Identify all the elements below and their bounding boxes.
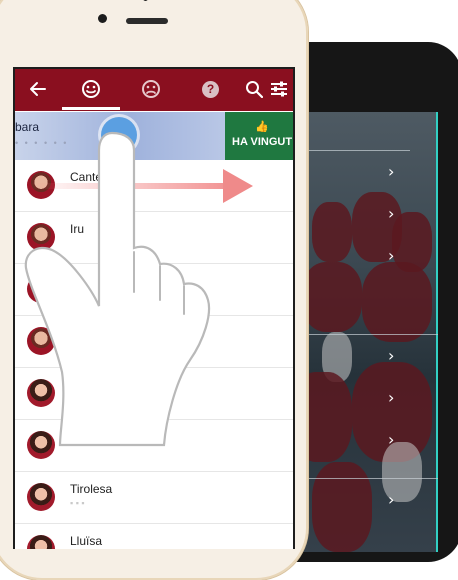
- avatar: [27, 535, 55, 549]
- proximity-sensor: [143, 0, 148, 1]
- person-subtitle: ▪ ▪ ▪: [70, 498, 85, 508]
- divider: [292, 334, 438, 335]
- person-name: Lluïsa: [70, 534, 103, 548]
- smiley-icon[interactable]: [81, 79, 101, 99]
- chevron-right-icon[interactable]: ›: [388, 490, 394, 509]
- chevron-right-icon[interactable]: ›: [388, 346, 394, 365]
- frown-icon[interactable]: [141, 79, 161, 99]
- active-tab-indicator: [62, 107, 120, 110]
- person-name: Tirolesa: [70, 482, 113, 496]
- chevron-right-icon[interactable]: ›: [388, 162, 394, 181]
- avatar: [27, 431, 55, 459]
- swiped-item-subtitle: • • • • • •: [15, 138, 69, 148]
- list-item[interactable]: Tirolesa ▪ ▪ ▪: [15, 472, 293, 524]
- avatar: [27, 379, 55, 407]
- avatar: [27, 327, 55, 355]
- castell-figure: [302, 262, 362, 332]
- chevron-right-icon[interactable]: ›: [388, 430, 394, 449]
- swiped-item-name: bara: [15, 120, 40, 134]
- arrow-left-icon[interactable]: [29, 80, 47, 98]
- sliders-icon[interactable]: [269, 79, 289, 99]
- ha-vingut-button[interactable]: 👍 HA VINGUT: [225, 112, 293, 160]
- list-item[interactable]: [15, 316, 293, 368]
- search-icon[interactable]: [245, 80, 263, 98]
- castell-figure: [312, 462, 372, 552]
- app-screen: ? bara • • • • • • 👍 HA VINGUT Cante Iru…: [13, 67, 295, 549]
- list-item[interactable]: Iru: [15, 212, 293, 264]
- avatar: [27, 223, 55, 251]
- person-name: Jo: [70, 274, 83, 288]
- ha-vingut-label: HA VINGUT: [232, 136, 293, 148]
- arrow-head: [223, 169, 253, 203]
- front-camera: [98, 14, 107, 23]
- divider: [292, 478, 438, 479]
- list-item[interactable]: Lluïsa: [15, 524, 293, 549]
- swiped-list-item[interactable]: bara • • • • • • 👍 HA VINGUT: [15, 112, 293, 160]
- touch-point-indicator: [101, 117, 137, 153]
- avatar: [27, 483, 55, 511]
- avatar: [27, 275, 55, 303]
- person-name: Iru: [70, 222, 85, 236]
- list-item[interactable]: Jo: [15, 264, 293, 316]
- help-icon[interactable]: ?: [202, 81, 219, 98]
- people-list: Cante Iru Jo Tirolesa ▪ ▪ ▪ Lluïsa: [15, 160, 293, 549]
- castell-figure: [312, 202, 352, 262]
- arrow-shaft: [30, 183, 225, 189]
- list-item[interactable]: [15, 368, 293, 420]
- thumbs-up-icon: 👍: [255, 121, 269, 133]
- castell-figure: [362, 262, 432, 342]
- earpiece-speaker: [126, 18, 168, 24]
- swipe-track[interactable]: bara • • • • • •: [15, 112, 225, 160]
- app-bar: ?: [15, 69, 293, 111]
- background-phone-screen: › › › › › › ›: [292, 112, 438, 552]
- list-item[interactable]: [15, 420, 293, 472]
- divider: [292, 150, 410, 151]
- swipe-direction-arrow: [30, 169, 253, 203]
- chevron-right-icon[interactable]: ›: [388, 246, 394, 265]
- screen-edge-glow: [436, 112, 438, 552]
- chevron-right-icon[interactable]: ›: [388, 388, 394, 407]
- chevron-right-icon[interactable]: ›: [388, 204, 394, 223]
